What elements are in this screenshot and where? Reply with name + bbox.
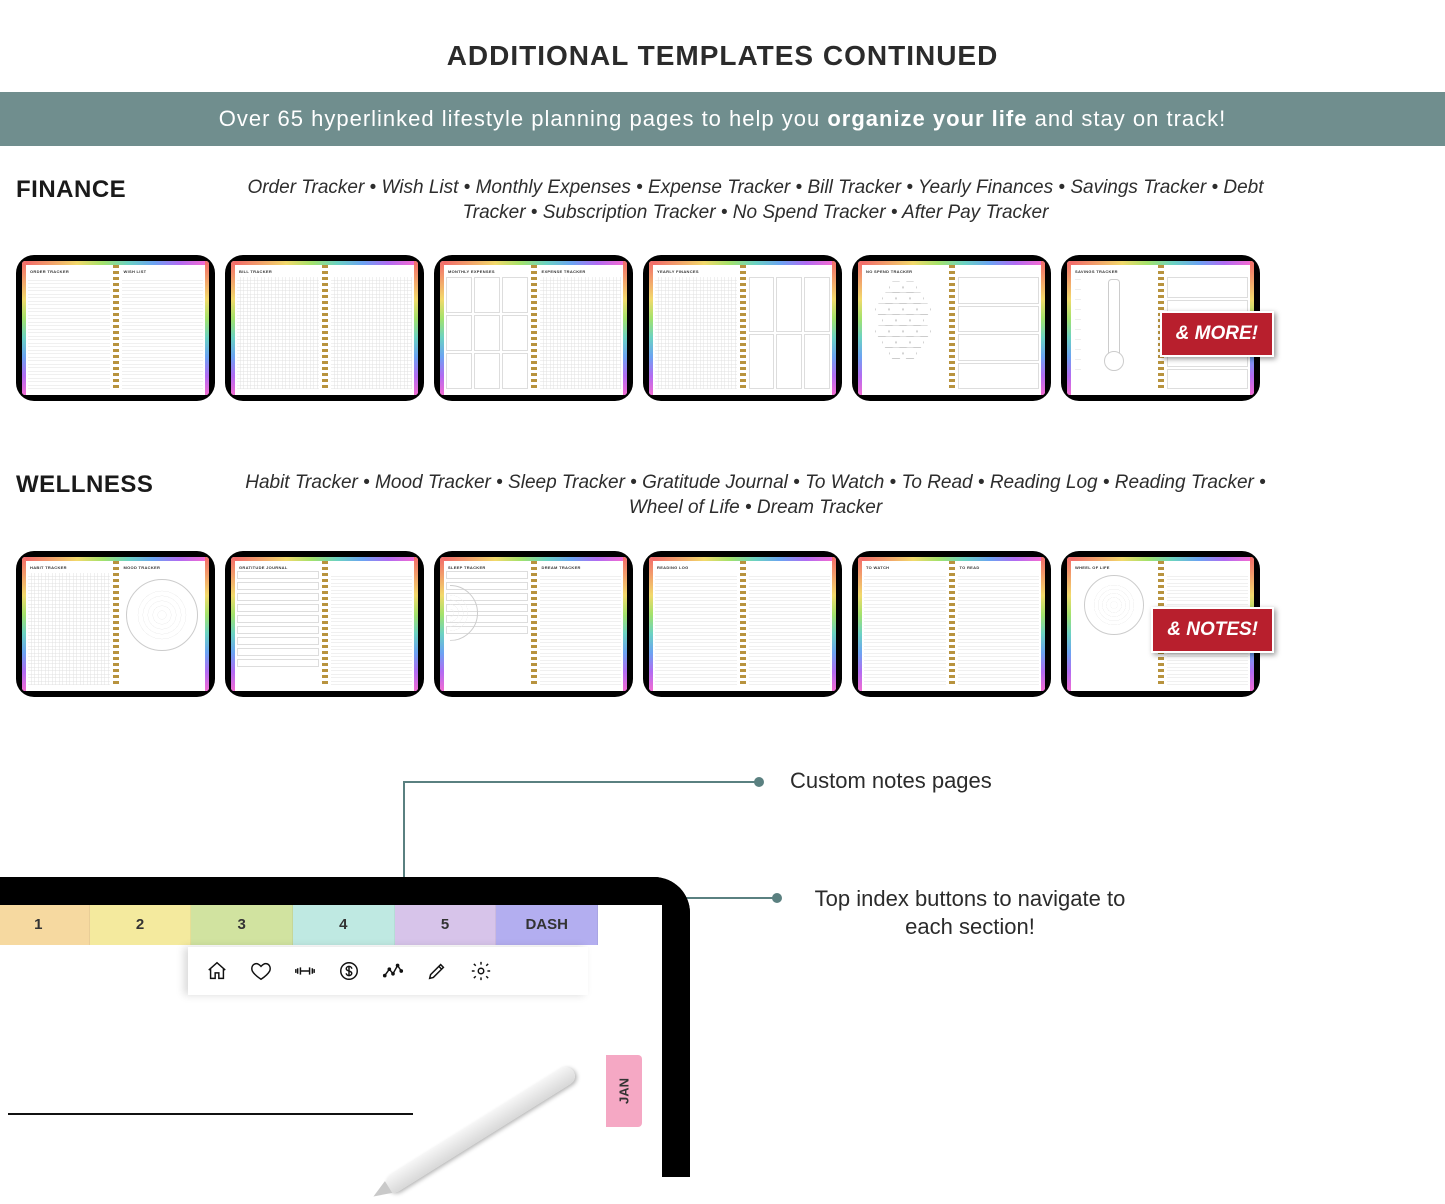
banner-pre: Over 65 hyperlinked lifestyle planning p… (219, 106, 828, 131)
tablet-screen: 12345DASH JAN (0, 905, 662, 1177)
thumb-title-left: READING LOG (657, 565, 737, 570)
thumb-title-left: ORDER TRACKER (30, 269, 110, 274)
thumb-title-left: WHEEL OF LIFE (1075, 565, 1155, 570)
more-badge: & NOTES! (1151, 607, 1274, 653)
hero: Custom notes pages Top index buttons to … (0, 767, 1445, 1107)
callout-index: Top index buttons to navigate to each se… (790, 885, 1150, 942)
thumb-title-right: MOOD TRACKER (124, 565, 204, 570)
page-title: ADDITIONAL TEMPLATES CONTINUED (0, 0, 1445, 92)
home-icon[interactable] (206, 960, 228, 982)
thumbnail-row: ORDER TRACKER WISH LIST BILL TRACKER MONTHL… (10, 235, 1435, 431)
thumb-title-right: TO READ (960, 565, 1040, 570)
planner-tab[interactable]: 5 (395, 905, 497, 945)
template-thumbnail[interactable]: SLEEP TRACKER DREAM TRACKER (434, 551, 633, 697)
template-thumbnail[interactable]: MONTHLY EXPENSES EXPENSE TRACKER (434, 255, 633, 401)
thumb-title-left: NO SPEND TRACKER (866, 269, 946, 274)
section-wellness: WELLNESS Habit Tracker • Mood Tracker • S… (0, 441, 1445, 736)
thumb-title-left: BILL TRACKER (239, 269, 319, 274)
trend-icon[interactable] (382, 960, 404, 982)
thumbnail-row: HABIT TRACKER MOOD TRACKER GRATITUDE JOURN… (10, 531, 1435, 727)
thumb-title-left: TO WATCH (866, 565, 946, 570)
thumb-title-left: SAVINGS TRACKER (1075, 269, 1155, 274)
template-thumbnail[interactable]: READING LOG (643, 551, 842, 697)
heart-icon[interactable] (250, 960, 272, 982)
pencil-icon[interactable] (426, 960, 448, 982)
planner-tab[interactable]: DASH (496, 905, 598, 945)
thumb-title-left: YEARLY FINANCES (657, 269, 737, 274)
template-thumbnail[interactable]: SAVINGS TRACKER& MORE! (1061, 255, 1260, 401)
section-label: WELLNESS (16, 471, 156, 499)
callout-notes: Custom notes pages (790, 767, 992, 796)
thumb-title-right: EXPENSE TRACKER (542, 269, 622, 274)
section-description: Habit Tracker • Mood Tracker • Sleep Tra… (216, 471, 1435, 520)
template-thumbnail[interactable]: ORDER TRACKER WISH LIST (16, 255, 215, 401)
thumb-title-right: WISH LIST (124, 269, 204, 274)
thumb-title-left: HABIT TRACKER (30, 565, 110, 570)
banner: Over 65 hyperlinked lifestyle planning p… (0, 92, 1445, 146)
section-finance: FINANCE Order Tracker • Wish List • Month… (0, 146, 1445, 441)
dumbbell-icon[interactable] (294, 960, 316, 982)
template-thumbnail[interactable]: WHEEL OF LIFE& NOTES! (1061, 551, 1260, 697)
callout-dot (754, 777, 764, 787)
planner-tab[interactable]: 2 (90, 905, 192, 945)
thumb-title-right: DREAM TRACKER (542, 565, 622, 570)
template-thumbnail[interactable]: GRATITUDE JOURNAL (225, 551, 424, 697)
template-thumbnail[interactable]: BILL TRACKER (225, 255, 424, 401)
template-thumbnail[interactable]: YEARLY FINANCES (643, 255, 842, 401)
tab-bar: 12345DASH (0, 905, 598, 945)
planner-tab[interactable]: 1 (0, 905, 90, 945)
gear-icon[interactable] (470, 960, 492, 982)
section-description: Order Tracker • Wish List • Monthly Expe… (216, 176, 1435, 225)
thumb-title-left: GRATITUDE JOURNAL (239, 565, 319, 570)
tablet-frame: 12345DASH JAN (0, 877, 690, 1177)
more-badge: & MORE! (1160, 311, 1274, 357)
month-side-tab[interactable]: JAN (606, 1055, 642, 1127)
planner-tab[interactable]: 4 (293, 905, 395, 945)
thumb-title-left: MONTHLY EXPENSES (448, 269, 528, 274)
callout-dot (772, 893, 782, 903)
template-thumbnail[interactable]: TO WATCH TO READ (852, 551, 1051, 697)
section-label: FINANCE (16, 176, 156, 204)
template-thumbnail[interactable]: HABIT TRACKER MOOD TRACKER (16, 551, 215, 697)
template-thumbnail[interactable]: NO SPEND TRACKER (852, 255, 1051, 401)
banner-bold: organize your life (827, 106, 1027, 131)
planner-tab[interactable]: 3 (191, 905, 293, 945)
thumb-title-left: SLEEP TRACKER (448, 565, 528, 570)
dollar-icon[interactable] (338, 960, 360, 982)
rule-line (8, 1113, 413, 1115)
banner-post: and stay on track! (1027, 106, 1226, 131)
notes-icon-panel (188, 947, 588, 995)
callout-line (403, 781, 758, 783)
